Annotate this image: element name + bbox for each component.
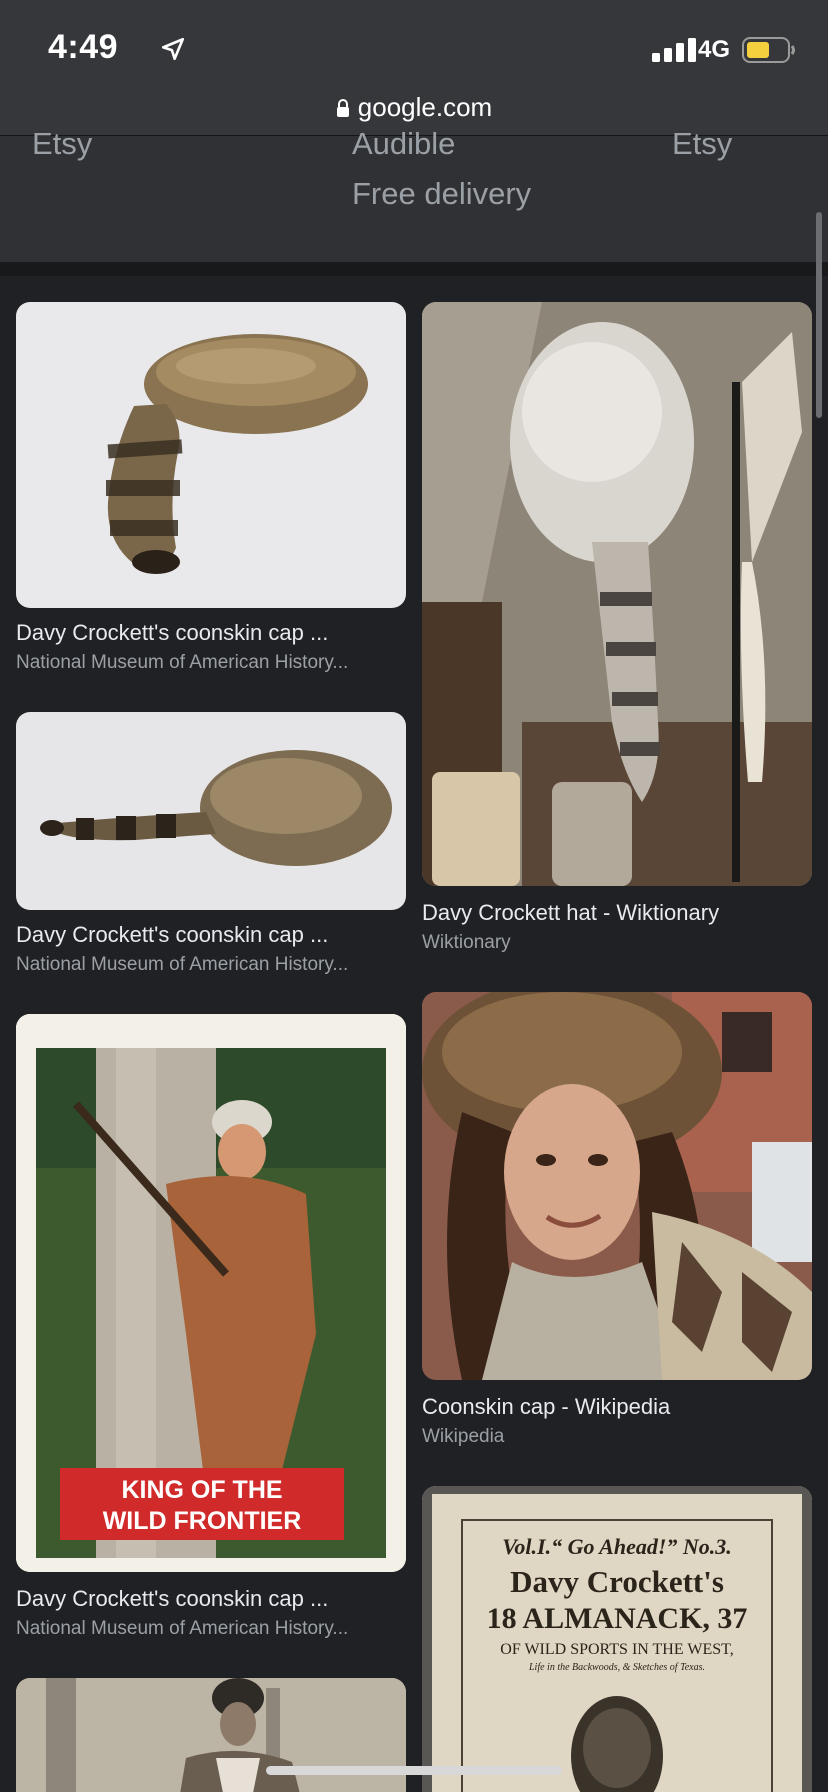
result-thumbnail[interactable] bbox=[16, 712, 406, 910]
store-label-audible[interactable]: Audible bbox=[352, 126, 455, 162]
result-thumbnail[interactable] bbox=[422, 302, 812, 886]
almanac-cover-image: Vol.I.“ Go Ahead!” No.3. Davy Crockett's… bbox=[422, 1486, 812, 1792]
location-arrow-icon bbox=[161, 37, 185, 61]
almanac-line-1: Vol.I.“ Go Ahead!” No.3. bbox=[502, 1534, 732, 1559]
woman-fur-hat-image bbox=[422, 992, 812, 1380]
result-title[interactable]: Davy Crockett's coonskin cap ... bbox=[16, 620, 328, 646]
result-source: Wikipedia bbox=[422, 1426, 505, 1447]
coonskin-cap-image bbox=[106, 334, 368, 574]
coonskin-cap-side-image bbox=[40, 750, 392, 866]
result-thumbnail[interactable] bbox=[16, 302, 406, 608]
store-label-etsy[interactable]: Etsy bbox=[672, 126, 732, 162]
almanac-line-3: 18 ALMANACK, 37 bbox=[487, 1602, 748, 1635]
card-banner-line2: WILD FRONTIER bbox=[103, 1507, 302, 1535]
trading-card-image: KING OF THE WILD FRONTIER bbox=[16, 1014, 406, 1572]
result-title[interactable]: Davy Crockett hat - Wiktionary bbox=[422, 900, 719, 926]
clock: 4:49 bbox=[48, 28, 119, 66]
network-type: 4G bbox=[698, 36, 731, 63]
battery-icon bbox=[742, 37, 795, 63]
home-indicator[interactable] bbox=[266, 1766, 562, 1775]
result-source: National Museum of American History... bbox=[16, 1618, 349, 1639]
almanac-line-4: OF WILD SPORTS IN THE WEST, bbox=[500, 1641, 733, 1658]
coonskin-cap-on-stand-image bbox=[422, 302, 812, 886]
card-banner-line1: KING OF THE bbox=[121, 1476, 282, 1504]
result-thumbnail[interactable] bbox=[422, 992, 812, 1380]
store-label-etsy[interactable]: Etsy bbox=[32, 126, 92, 162]
result-source: National Museum of American History... bbox=[16, 954, 349, 975]
url-text: google.com bbox=[357, 92, 493, 122]
almanac-line-5: Life in the Backwoods, & Sketches of Tex… bbox=[528, 1662, 705, 1673]
scrollbar[interactable] bbox=[816, 212, 822, 418]
section-divider bbox=[0, 262, 828, 276]
lock-icon bbox=[336, 98, 349, 117]
almanac-line-2: Davy Crockett's bbox=[510, 1564, 724, 1599]
result-source: National Museum of American History... bbox=[16, 652, 349, 673]
status-bar: 4:49 4G bbox=[0, 0, 828, 100]
result-title[interactable]: Davy Crockett's coonskin cap ... bbox=[16, 922, 328, 948]
free-delivery-label: Free delivery bbox=[352, 176, 532, 211]
result-source: Wiktionary bbox=[422, 932, 511, 953]
result-thumbnail[interactable]: Vol.I.“ Go Ahead!” No.3. Davy Crockett's… bbox=[422, 1486, 812, 1792]
cellular-signal-icon bbox=[652, 38, 696, 62]
result-thumbnail[interactable]: KING OF THE WILD FRONTIER bbox=[16, 1014, 406, 1572]
result-title[interactable]: Davy Crockett's coonskin cap ... bbox=[16, 1586, 328, 1612]
result-title[interactable]: Coonskin cap - Wikipedia bbox=[422, 1394, 670, 1420]
shopping-strip: Etsy Audible Etsy Free delivery bbox=[0, 126, 828, 262]
